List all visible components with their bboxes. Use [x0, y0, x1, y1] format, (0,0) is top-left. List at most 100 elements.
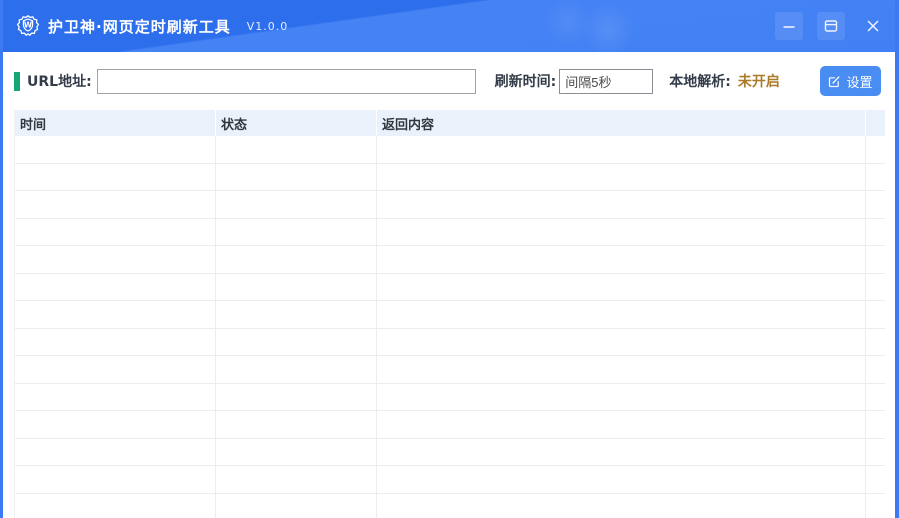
table-cell	[216, 136, 377, 163]
table-cell	[216, 191, 377, 218]
table-cell	[866, 329, 885, 356]
table-cell	[15, 493, 216, 518]
window-controls	[775, 12, 887, 40]
table-row	[15, 328, 885, 356]
table-cell	[15, 301, 216, 328]
table-cell	[216, 493, 377, 518]
table-cell	[866, 136, 885, 163]
table-cell	[216, 218, 377, 245]
app-title: 护卫神·网页定时刷新工具	[48, 17, 231, 36]
maximize-icon	[824, 20, 838, 32]
settings-button[interactable]: 设置	[820, 66, 881, 96]
table-row	[15, 301, 885, 329]
minimize-icon	[783, 26, 795, 28]
table-cell	[866, 466, 885, 493]
table-cell	[15, 328, 216, 355]
table-cell	[15, 191, 216, 218]
table-cell	[866, 246, 885, 273]
table-cell	[377, 191, 866, 218]
table-row	[15, 383, 885, 411]
table-cell	[377, 273, 866, 300]
table-cell	[377, 246, 866, 273]
table-cell	[866, 191, 885, 218]
table-cell	[15, 383, 216, 410]
table-cell	[866, 164, 885, 191]
toolbar: URL地址: 刷新时间: 本地解析: 未开启 设置	[3, 52, 895, 110]
table-cell	[866, 494, 885, 518]
table-row	[15, 163, 885, 191]
local-dns-status: 未开启	[737, 74, 780, 90]
column-header-time: 时间	[15, 110, 216, 136]
table-cell	[15, 163, 216, 190]
column-header-response: 返回内容	[377, 110, 866, 136]
table-cell	[377, 411, 866, 438]
table-cell	[866, 411, 885, 438]
url-input[interactable]	[96, 68, 476, 94]
table-row	[15, 438, 885, 466]
refresh-interval-input[interactable]	[559, 68, 654, 94]
app-window: W 护卫神·网页定时刷新工具 V1.0.0 URL地址: 刷新时间: 间隔5秒 …	[0, 0, 899, 518]
table-cell	[866, 219, 885, 246]
table-cell	[866, 356, 885, 383]
table-cell	[216, 383, 377, 410]
results-table: 时间 状态 返回内容	[14, 110, 885, 518]
table-cell	[216, 273, 377, 300]
table-cell	[15, 136, 216, 163]
table-cell	[377, 356, 866, 383]
local-dns-label: 本地解析:	[669, 74, 731, 90]
title-bar: W 护卫神·网页定时刷新工具 V1.0.0	[3, 0, 895, 52]
table-header: 时间 状态 返回内容	[15, 110, 885, 136]
table-cell	[216, 246, 377, 273]
table-row	[15, 411, 885, 439]
url-label: URL地址:	[27, 74, 92, 90]
table-cell	[216, 466, 377, 493]
maximize-button[interactable]	[817, 12, 845, 40]
edit-icon	[829, 75, 841, 87]
table-cell	[216, 411, 377, 438]
table-cell	[15, 411, 216, 438]
table-cell	[866, 274, 885, 301]
green-accent-bar	[14, 71, 20, 91]
table-cell	[377, 383, 866, 410]
table-cell	[216, 356, 377, 383]
table-cell	[15, 356, 216, 383]
table-cell	[377, 438, 866, 465]
table-cell	[15, 438, 216, 465]
table-row	[15, 493, 885, 518]
minimize-button[interactable]	[775, 12, 803, 40]
close-icon	[867, 20, 879, 32]
table-cell	[15, 466, 216, 493]
table-cell	[216, 301, 377, 328]
title-left: W 护卫神·网页定时刷新工具 V1.0.0	[16, 14, 288, 38]
table-cell	[15, 218, 216, 245]
close-button[interactable]	[859, 12, 887, 40]
settings-button-label: 设置	[846, 75, 873, 91]
shield-w-logo-icon: W	[16, 14, 40, 37]
table-cell	[866, 439, 885, 466]
app-version: V1.0.0	[246, 19, 289, 33]
table-cell	[216, 438, 377, 465]
table-cell	[15, 273, 216, 300]
table-cell	[377, 301, 866, 328]
table-cell	[377, 163, 866, 190]
table-row	[15, 136, 885, 164]
table-cell	[216, 163, 377, 190]
table-cell	[15, 246, 216, 273]
table-row	[15, 356, 885, 384]
table-row	[15, 191, 885, 219]
table-cell	[377, 218, 866, 245]
table-cell	[866, 384, 885, 411]
table-row	[15, 273, 885, 301]
table-cell	[866, 301, 885, 328]
table-cell	[377, 136, 866, 163]
table-cell	[216, 328, 377, 355]
refresh-time-label: 刷新时间:	[494, 74, 557, 90]
table-row	[15, 246, 885, 274]
table-cell	[377, 328, 866, 355]
table-body	[15, 136, 885, 518]
table-cell	[377, 493, 866, 518]
table-row	[15, 218, 885, 246]
svg-text:W: W	[24, 21, 33, 30]
table-cell	[377, 466, 866, 493]
column-header-status: 状态	[216, 110, 377, 136]
